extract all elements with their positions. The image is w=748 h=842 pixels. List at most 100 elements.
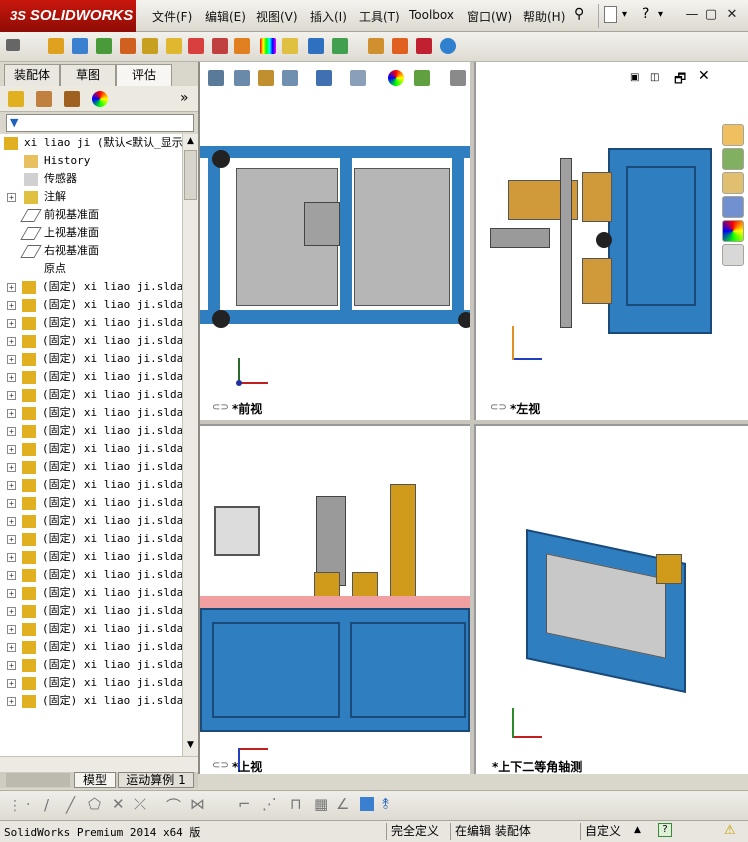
line-icon[interactable]: ╱: [66, 796, 75, 814]
fillet-icon[interactable]: ⌒: [166, 795, 181, 816]
tree-component[interactable]: + (固定) xi liao ji.sldas: [0, 476, 182, 494]
custom-properties-icon[interactable]: [722, 244, 744, 266]
menu-edit[interactable]: 编辑(E): [205, 8, 246, 25]
insert-component-icon[interactable]: [72, 38, 88, 54]
tree-item[interactable]: 前视基准面: [0, 206, 182, 224]
expand-icon[interactable]: +: [7, 409, 16, 418]
tree-component[interactable]: + (固定) xi liao ji.sldas: [0, 314, 182, 332]
tree-component[interactable]: + (固定) xi liao ji.sldas: [0, 620, 182, 638]
viewport-splitter-horizontal[interactable]: [200, 420, 748, 424]
tree-item[interactable]: + 注解: [0, 188, 182, 206]
graphics-area[interactable]: ⊂⊃ *前视 ▣ ◫ 🗗 ✕ ⊂⊃ *左视 ⊂⊃ *上视 *上下二等角轴测: [198, 62, 748, 774]
tree-component[interactable]: + (固定) xi liao ji.sldas: [0, 548, 182, 566]
menu-tools[interactable]: 工具(T): [359, 8, 400, 25]
design-library-icon[interactable]: [722, 148, 744, 170]
angle-icon[interactable]: ∠: [336, 795, 349, 813]
tab-sketch[interactable]: 草图: [60, 64, 116, 86]
feature-tree[interactable]: xi liao ji (默认<默认_显示 History 传感器 + 注解 前视基准面上…: [0, 134, 182, 756]
expand-icon[interactable]: +: [7, 571, 16, 580]
expand-icon[interactable]: +: [7, 319, 16, 328]
view-settings-icon[interactable]: [450, 70, 466, 86]
expand-icon[interactable]: +: [7, 607, 16, 616]
tree-component[interactable]: + (固定) xi liao ji.sldas: [0, 638, 182, 656]
scroll-thumb[interactable]: [184, 150, 197, 200]
file-explorer-icon[interactable]: [722, 172, 744, 194]
check-icon[interactable]: [332, 38, 348, 54]
appearances-icon[interactable]: [722, 220, 744, 242]
chevron-down-icon[interactable]: ▾: [622, 9, 627, 20]
appearance-icon[interactable]: [260, 38, 276, 54]
menu-view[interactable]: 视图(V): [256, 8, 298, 25]
tree-root[interactable]: xi liao ji (默认<默认_显示: [0, 134, 182, 152]
3d-sketch-icon[interactable]: [360, 797, 374, 811]
grid-icon[interactable]: ▦: [314, 795, 328, 813]
point-icon[interactable]: ·: [26, 797, 30, 813]
viewport-close-icon[interactable]: ✕: [698, 68, 710, 84]
tree-component[interactable]: + (固定) xi liao ji.sldas: [0, 494, 182, 512]
dimension-icon[interactable]: ⊓: [290, 795, 302, 813]
trim-icon[interactable]: ✕: [112, 795, 125, 813]
expand-icon[interactable]: +: [7, 553, 16, 562]
view-orientation-icon[interactable]: [316, 70, 332, 86]
viewport-maximize-icon[interactable]: 🗗: [674, 70, 686, 92]
zoom-area-icon[interactable]: [234, 70, 250, 86]
expand-icon[interactable]: +: [7, 697, 16, 706]
new-document-icon[interactable]: [604, 6, 617, 23]
apply-scene-icon[interactable]: [414, 70, 430, 86]
tree-hscrollbar[interactable]: [0, 756, 198, 772]
menu-help[interactable]: 帮助(H): [523, 8, 565, 25]
expand-icon[interactable]: +: [7, 373, 16, 382]
tree-component[interactable]: + (固定) xi liao ji.sldas: [0, 512, 182, 530]
scroll-down-arrow-icon[interactable]: ▼: [184, 740, 197, 752]
render-icon[interactable]: [440, 38, 456, 54]
tree-component[interactable]: + (固定) xi liao ji.sldas: [0, 656, 182, 674]
extend-icon[interactable]: ⤫: [134, 795, 146, 813]
tree-component[interactable]: + (固定) xi liao ji.sldas: [0, 422, 182, 440]
expand-icon[interactable]: +: [7, 499, 16, 508]
tab-assembly[interactable]: 装配体: [4, 64, 60, 86]
tab-evaluate[interactable]: 评估: [116, 64, 172, 86]
expand-icon[interactable]: +: [7, 391, 16, 400]
viewport-left[interactable]: ▣ ◫ 🗗 ✕ ⊂⊃ *左视: [474, 62, 748, 420]
expand-icon[interactable]: +: [7, 193, 16, 202]
polygon-icon[interactable]: ⬠: [88, 795, 101, 813]
display-style-icon[interactable]: [350, 70, 366, 86]
expand-icon[interactable]: +: [7, 589, 16, 598]
menu-file[interactable]: 文件(F): [152, 8, 192, 25]
mate-icon[interactable]: [96, 38, 112, 54]
restore-button[interactable]: ▢: [703, 8, 719, 22]
draft-analysis-icon[interactable]: [282, 38, 298, 54]
tree-component[interactable]: + (固定) xi liao ji.sldas: [0, 584, 182, 602]
tree-component[interactable]: + (固定) xi liao ji.sldas: [0, 566, 182, 584]
tree-component[interactable]: + (固定) xi liao ji.sldas: [0, 440, 182, 458]
menu-window[interactable]: 窗口(W): [467, 8, 512, 25]
caret-up-icon[interactable]: ▲: [634, 825, 641, 835]
expand-icon[interactable]: +: [7, 355, 16, 364]
tree-component[interactable]: + (固定) xi liao ji.sldas: [0, 602, 182, 620]
tree-item[interactable]: 传感器: [0, 170, 182, 188]
tree-component[interactable]: + (固定) xi liao ji.sldas: [0, 278, 182, 296]
expand-icon[interactable]: +: [7, 283, 16, 292]
tree-scrollbar[interactable]: ▲ ▼: [182, 134, 198, 756]
interference-icon[interactable]: [188, 38, 204, 54]
expand-icon[interactable]: +: [7, 661, 16, 670]
viewport-tile-icon[interactable]: ▣: [630, 72, 639, 83]
chevron-down-icon[interactable]: ▾: [658, 9, 663, 20]
resources-icon[interactable]: [722, 124, 744, 146]
sensor-toolbar-icon[interactable]: [368, 38, 384, 54]
pin-icon[interactable]: ⚲: [574, 6, 584, 22]
menu-insert[interactable]: 插入(I): [310, 8, 347, 25]
expand-icon[interactable]: +: [7, 679, 16, 688]
tree-item[interactable]: History: [0, 152, 182, 170]
previous-view-icon[interactable]: [258, 70, 274, 86]
expand-icon[interactable]: +: [7, 337, 16, 346]
statistics-icon[interactable]: [308, 38, 324, 54]
expand-icon[interactable]: +: [7, 643, 16, 652]
construction-icon[interactable]: ⋰: [262, 795, 277, 813]
expand-arrow-icon[interactable]: »: [180, 90, 189, 106]
propertymanager-icon[interactable]: [36, 91, 52, 107]
tree-item[interactable]: 原点: [0, 260, 182, 278]
tab-scroll-buttons[interactable]: [6, 773, 70, 787]
options-icon[interactable]: [6, 39, 20, 51]
expand-icon[interactable]: +: [7, 427, 16, 436]
